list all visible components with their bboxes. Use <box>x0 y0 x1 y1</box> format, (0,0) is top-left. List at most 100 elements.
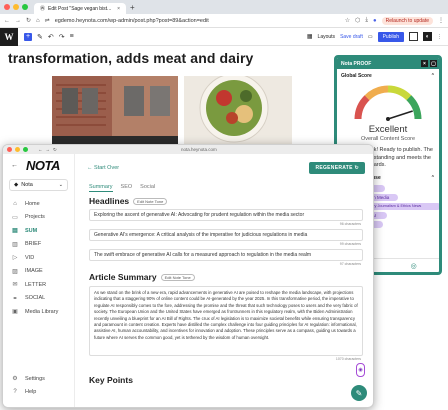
undo-icon[interactable]: ↶ <box>48 33 54 41</box>
profile-icon[interactable]: ● <box>373 18 377 24</box>
sidebar-item-label: Home <box>25 200 40 207</box>
sidebar-item-vid[interactable]: ▷ VID <box>3 251 74 265</box>
edit-tone-tag[interactable]: Edit Note Tone <box>133 197 168 205</box>
nota-window-titlebar: ← → ↻ nota.heynota.com <box>3 145 373 154</box>
add-block-button[interactable]: + <box>24 32 32 41</box>
document-overview-icon[interactable]: ≡ <box>70 33 74 41</box>
headline-field[interactable]: Exploring the ascent of generative AI: A… <box>89 209 363 221</box>
chat-button-icon[interactable]: ✎ <box>351 385 367 401</box>
minimize-window-button[interactable] <box>15 147 20 152</box>
sidebar-item-media-library[interactable]: ▣ Media Library <box>3 305 74 319</box>
forward-icon[interactable]: → <box>46 147 51 152</box>
back-icon[interactable]: ← <box>38 147 43 152</box>
headlines-title: Headlines <box>89 196 130 206</box>
hamburger-menu-icon[interactable]: ← <box>11 162 18 169</box>
site-info-icon[interactable]: ⇌ <box>45 17 50 24</box>
proof-header: Nota PROOF × ▢ <box>337 58 439 69</box>
download-icon[interactable]: ⤓ <box>365 17 368 24</box>
sidebar-item-settings[interactable]: ⚙ Settings <box>3 372 75 386</box>
grammar-assistant-icon[interactable]: ◉ <box>356 363 365 377</box>
nota-logo[interactable]: NOTA <box>26 158 60 173</box>
browser-menu-icon[interactable]: ⋮ <box>438 17 444 24</box>
maximize-window-button[interactable] <box>23 147 28 152</box>
gauge-needle <box>387 110 413 120</box>
chevron-up-icon: ⌃ <box>430 73 435 79</box>
layouts-icon: ▦ <box>306 34 313 40</box>
proof-settings-icon[interactable]: ◎ <box>411 262 417 270</box>
help-icon: ? <box>13 389 17 396</box>
reload-icon[interactable]: ↻ <box>26 17 31 24</box>
workspace-selector[interactable]: ◆ Nota ⌄ <box>9 179 68 191</box>
preview-icon[interactable]: ▭ <box>368 34 373 40</box>
gauge-hub <box>386 117 390 121</box>
browser-tab-title: Edit Post "Sage vegan bist... <box>48 5 112 12</box>
close-window-button[interactable] <box>7 147 12 152</box>
proof-expand-icon[interactable]: ▢ <box>430 60 437 67</box>
layouts-button[interactable]: Layouts <box>318 34 336 40</box>
tab-summary[interactable]: Summary <box>89 184 113 192</box>
reload-icon[interactable]: ↻ <box>53 147 57 153</box>
regenerate-button[interactable]: REGENERATE ↻ <box>309 162 365 174</box>
folder-icon: ▭ <box>12 214 18 221</box>
relaunch-button[interactable]: Relaunch to update <box>381 16 433 25</box>
library-icon: ▣ <box>12 309 18 316</box>
sidebar-item-letter[interactable]: ✉ LETTER <box>3 278 74 292</box>
workspace-icon: ◆ <box>14 182 19 188</box>
sidebar-item-help[interactable]: ? Help <box>3 386 75 400</box>
home-icon: ⌂ <box>13 200 17 207</box>
edit-tool-icon[interactable]: ✎ <box>37 33 43 41</box>
edit-tone-tag[interactable]: Edit Note Tone <box>160 273 195 281</box>
app-sidebar: ← NOTA ◆ Nota ⌄ ⌂ Home ▭ Projects ▤ SUM ▥ BRIEF… <box>3 154 75 407</box>
sidebar-item-label: Settings <box>25 375 45 382</box>
redo-icon[interactable]: ↷ <box>59 33 65 41</box>
headline-field[interactable]: The swift embrace of generative AI calls… <box>89 249 363 261</box>
close-window-button[interactable] <box>4 4 10 10</box>
browser-tab[interactable]: Ⓦ Edit Post "Sage vegan bist... × <box>34 3 126 14</box>
score-gauge <box>354 85 422 121</box>
character-count: 99 characters <box>339 242 361 246</box>
article-summary-field[interactable]: As we stand on the brink of a new era, r… <box>89 286 363 356</box>
nota-plugin-icon[interactable]: ◐ <box>423 32 432 41</box>
forward-icon[interactable]: → <box>15 18 21 24</box>
tab-social[interactable]: Social <box>140 184 155 192</box>
sidebar-item-social[interactable]: ⚭ SOCIAL <box>3 292 74 306</box>
refresh-icon: ↻ <box>354 165 359 171</box>
proof-close-icon[interactable]: × <box>421 60 428 67</box>
wordpress-logo-icon[interactable]: W <box>0 27 18 46</box>
nota-app-window: ← → ↻ nota.heynota.com ← NOTA ◆ Nota ⌄ ⌂… <box>2 144 374 408</box>
post-title[interactable]: transformation, adds meat and dairy <box>8 50 253 66</box>
back-icon[interactable]: ← <box>4 18 10 24</box>
new-tab-button[interactable]: + <box>130 3 135 12</box>
headlines-heading: Headlines Edit Note Tone <box>75 192 373 206</box>
app-main: ← Start Over REGENERATE ↻ Summary SEO So… <box>75 154 373 407</box>
letter-icon: ✉ <box>12 282 18 289</box>
window-controls <box>4 4 28 10</box>
maximize-window-button[interactable] <box>22 4 28 10</box>
url-field[interactable]: egdemo.heynota.com/wp-admin/post.php?pos… <box>55 18 209 24</box>
publish-button[interactable]: Publish <box>377 31 404 42</box>
save-draft-button[interactable]: Save draft <box>340 34 363 40</box>
settings-panel-icon[interactable] <box>409 32 418 41</box>
image-icon: ▨ <box>12 268 18 275</box>
options-menu-icon[interactable]: ⋮ <box>437 34 442 40</box>
home-icon[interactable]: ⌂ <box>36 18 40 24</box>
summary-title: Article Summary <box>89 272 157 282</box>
bookmark-star-icon[interactable]: ☆ <box>345 17 350 24</box>
sidebar-item-projects[interactable]: ▭ Projects <box>3 211 74 225</box>
close-tab-icon[interactable]: × <box>117 6 120 12</box>
tab-seo[interactable]: SEO <box>121 184 133 192</box>
minimize-window-button[interactable] <box>13 4 19 10</box>
sidebar-item-label: Media Library <box>25 308 59 315</box>
browser-tab-bar: Ⓦ Edit Post "Sage vegan bist... × + <box>0 0 448 14</box>
sidebar-item-label: IMAGE <box>25 268 43 275</box>
sidebar-item-sum[interactable]: ▤ SUM <box>3 224 74 238</box>
sidebar-item-image[interactable]: ▨ IMAGE <box>3 265 74 279</box>
sidebar-item-home[interactable]: ⌂ Home <box>3 197 74 211</box>
global-score-heading[interactable]: Global Score ⌃ <box>337 69 439 79</box>
start-over-link[interactable]: ← Start Over <box>87 165 119 171</box>
character-count: 96 characters <box>339 222 361 226</box>
window-controls <box>7 147 28 152</box>
extensions-icon[interactable]: ⬡ <box>355 17 360 24</box>
headline-field[interactable]: Generative AI's emergence: A critical an… <box>89 229 363 241</box>
sidebar-item-brief[interactable]: ▥ BRIEF <box>3 238 74 252</box>
